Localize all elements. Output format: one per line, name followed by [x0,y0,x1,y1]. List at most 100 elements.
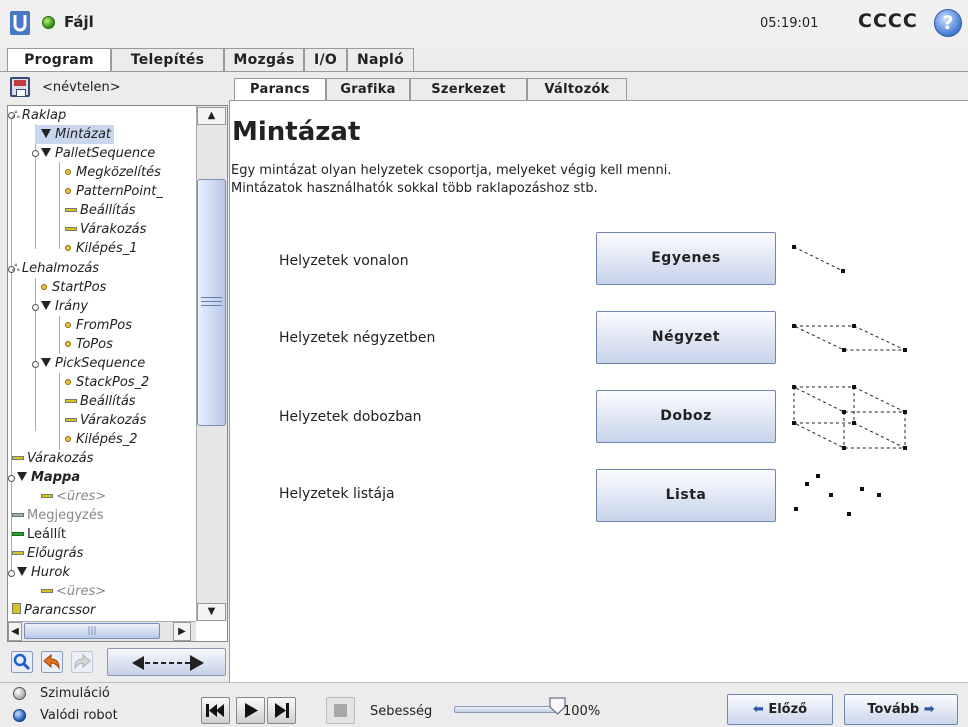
tree-node-startpos[interactable]: StartPos [41,278,106,297]
top-bar: Fájl 05:19:01 CCCC ? [0,0,968,47]
undo-icon[interactable] [41,651,63,673]
tab-parancs[interactable]: Parancs [234,78,326,101]
tree-node-label: Mintázat [55,127,112,142]
page-title: Mintázat [232,117,361,147]
tab-szerkezet[interactable]: Szerkezet [410,78,527,101]
skip-back-icon [206,704,224,717]
tab-mozgas[interactable]: Mozgás [224,48,304,72]
direction-icon [41,300,51,310]
tree-node-label: Leállít [27,527,66,542]
waypoint-icon [65,378,71,385]
tree-node-label: Beállítás [80,203,136,218]
tree-node-lehalmozas[interactable]: ஃ Lehalmozás [12,259,99,278]
tree-node-label: Irány [55,299,89,314]
arrow-right-icon: ➡ [923,702,935,717]
tree-node-label: StartPos [52,280,107,295]
step-icon [275,703,289,718]
next-button[interactable]: Tovább ➡ [844,694,958,725]
scroll-right-arrow-icon[interactable]: ▶ [173,622,191,641]
folder-icon [17,471,27,481]
square-pattern-icon [792,324,907,352]
expand-toggle[interactable] [32,361,39,368]
tree-node-palletsequence[interactable]: PalletSequence [41,144,155,163]
robot-status-icon [42,16,55,29]
tree-node-parancssor[interactable]: Parancssor [12,601,95,620]
tree-node-varakozas-2[interactable]: Várakozás [65,411,146,430]
line-pattern-icon [792,245,845,273]
tree-node-label: Lehalmozás [21,261,100,276]
save-icon[interactable] [10,77,30,97]
tree-node-label: Kilépés_2 [76,432,138,447]
pattern-label-list: Helyzetek listája [279,486,395,502]
line-pattern-button[interactable]: Egyenes [596,232,776,285]
description-line-1: Egy mintázat olyan helyzetek csoportja, … [231,163,672,178]
pattern-label-box: Helyzetek dobozban [279,409,422,425]
scroll-left-arrow-icon[interactable]: ◀ [8,622,22,641]
tree-node-patternpoint[interactable]: PatternPoint_ [65,182,163,201]
tree-node-picksequence[interactable]: PickSequence [41,354,145,373]
program-tree[interactable]: ஃ Raklap Mintázat PalletSequence Megközel… [7,105,228,642]
file-menu[interactable]: Fájl [64,13,94,31]
scroll-up-arrow-icon[interactable]: ▲ [197,107,226,125]
square-pattern-button[interactable]: Négyzet [596,311,776,364]
tree-node-beallitas-1[interactable]: Beállítás [65,201,136,220]
ur-logo-icon [10,11,30,35]
tree-node-hurok[interactable]: Hurok [17,563,70,582]
previous-button[interactable]: ⬅ Előző [727,694,833,725]
tree-node-raklap[interactable]: ஃ Raklap [12,106,66,125]
tree-node-elougras[interactable]: Előugrás [12,544,83,563]
tree-node-kilepes-1[interactable]: Kilépés_1 [65,239,138,258]
tree-node-ures-1[interactable]: <üres> [41,487,106,506]
play-icon [245,703,258,718]
tab-telepites[interactable]: Telepítés [111,48,224,72]
box-pattern-button[interactable]: Doboz [596,390,776,443]
tree-vertical-scroll-thumb[interactable] [197,179,226,426]
tree-node-varakozas-1[interactable]: Várakozás [65,220,146,239]
tab-grafika[interactable]: Grafika [326,78,410,101]
tree-node-megkozelites[interactable]: Megközelítés [65,163,161,182]
simulation-radio[interactable] [13,687,26,700]
stop-icon [334,704,347,717]
tree-horizontal-scroll-thumb[interactable]: ||| [24,623,160,639]
tree-node-varakozas-3[interactable]: Várakozás [12,449,93,468]
robot-name: CCCC [858,10,918,32]
tree-node-ures-2[interactable]: <üres> [41,582,106,601]
tree-node-megjegyzes[interactable]: Megjegyzés [12,506,104,525]
move-node-button[interactable] [107,648,226,676]
expand-toggle[interactable] [8,475,15,482]
help-button[interactable]: ? [934,9,962,37]
tab-program[interactable]: Program [7,48,111,72]
expand-toggle[interactable] [32,304,39,311]
tree-node-frompos[interactable]: FromPos [65,316,132,335]
tree-node-kilepes-2[interactable]: Kilépés_2 [65,430,138,449]
pattern-label-line: Helyzetek vonalon [279,253,409,269]
tree-node-irany[interactable]: Irány [41,297,88,316]
tabs-divider [0,71,968,72]
tree-node-mintazat[interactable]: Mintázat [35,125,115,144]
tab-valtozok[interactable]: Változók [527,78,627,101]
tree-node-mappa[interactable]: Mappa [17,468,80,487]
scroll-down-arrow-icon[interactable]: ▼ [197,603,226,621]
halt-icon [12,531,24,536]
tab-io[interactable]: I/O [304,48,347,72]
tree-node-stackpos-2[interactable]: StackPos_2 [65,373,149,392]
tree-line [59,373,60,450]
tab-naplo[interactable]: Napló [347,48,414,72]
tree-node-beallitas-2[interactable]: Beállítás [65,392,136,411]
play-button[interactable] [236,697,265,724]
wait-icon [12,455,24,460]
expand-toggle[interactable] [32,150,39,157]
speed-slider[interactable] [454,706,557,713]
sequence-icon [41,147,51,157]
real-robot-radio[interactable] [13,709,26,722]
expand-toggle[interactable] [8,570,15,577]
tree-node-leallit[interactable]: Leállít [12,525,66,544]
waypoint-icon [65,435,71,442]
search-icon[interactable] [11,651,33,673]
skip-to-start-button[interactable] [201,697,230,724]
tree-node-topos[interactable]: ToPos [65,335,113,354]
script-icon [12,603,21,614]
step-button[interactable] [267,697,296,724]
tree-node-label: Kilépés_1 [76,241,138,256]
list-pattern-button[interactable]: Lista [596,469,776,522]
